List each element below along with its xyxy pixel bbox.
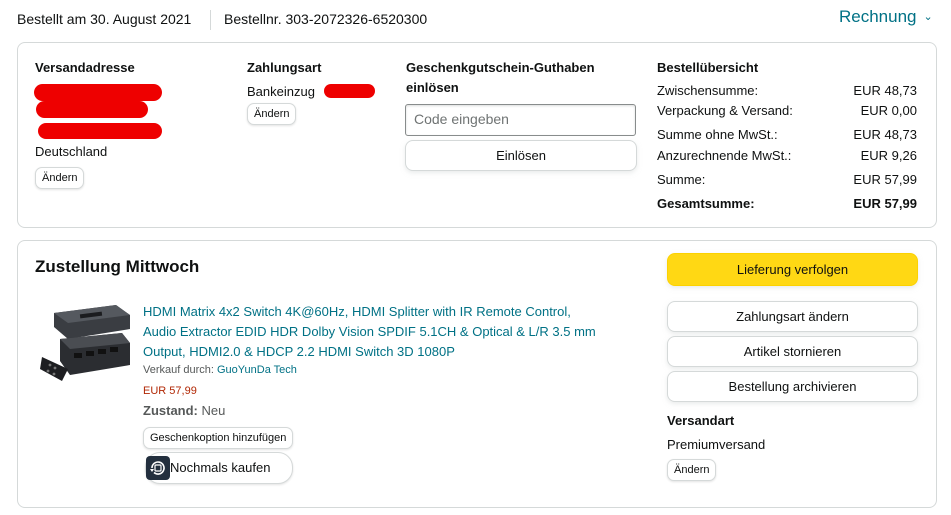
redacted-city: [38, 123, 162, 139]
summary-label: Summe ohne MwSt.:: [657, 127, 778, 142]
shipping-address-heading: Versandadresse: [35, 60, 135, 75]
seller-info: Verkauf durch: GuoYunDa Tech: [143, 364, 297, 376]
gift-code-input[interactable]: [406, 105, 632, 133]
product-thumbnail: [40, 305, 130, 381]
archive-order-button[interactable]: Bestellung archivieren: [667, 371, 918, 402]
invoice-dropdown[interactable]: Rechnung ⌄: [839, 7, 933, 27]
product-title-link[interactable]: HDMI Matrix 4x2 Switch 4K@60Hz, HDMI Spl…: [143, 302, 643, 362]
condition-label: Zustand:: [143, 403, 198, 418]
summary-heading: Bestellübersicht: [657, 60, 759, 75]
summary-row-grand-total: Gesamtsumme: EUR 57,99: [657, 196, 917, 214]
header-divider: [210, 10, 211, 30]
product-title-line: HDMI Matrix 4x2 Switch 4K@60Hz, HDMI Spl…: [143, 304, 571, 319]
cancel-items-button[interactable]: Artikel stornieren: [667, 336, 918, 367]
order-date: Bestellt am 30. August 2021: [17, 11, 192, 27]
shipping-method-heading: Versandart: [667, 413, 735, 428]
invoice-label: Rechnung: [839, 7, 917, 26]
gift-card-heading-line1: Geschenkgutschein-Guthaben: [406, 60, 595, 75]
redacted-bank: [324, 84, 375, 98]
product-title-line: Output, HDMI2.0 & HDCP 2.2 HDMI Switch 3…: [143, 344, 455, 359]
track-package-button[interactable]: Lieferung verfolgen: [667, 253, 918, 286]
sold-by-label: Verkauf durch:: [143, 364, 214, 376]
gift-card-heading-line2: einlösen: [406, 80, 459, 95]
summary-label: Gesamtsumme:: [657, 196, 755, 211]
change-payment-button[interactable]: Ändern: [247, 103, 297, 125]
redacted-name: [34, 84, 162, 101]
order-header: Bestellt am 30. August 2021 Bestellnr. 3…: [0, 0, 951, 40]
product-image[interactable]: [40, 303, 132, 383]
summary-value: EUR 48,73: [853, 127, 917, 142]
buy-again-icon: [146, 456, 170, 480]
summary-label: Zwischensumme:: [657, 83, 759, 98]
redacted-street: [36, 101, 148, 118]
change-payment-method-button[interactable]: Zahlungsart ändern: [667, 301, 918, 332]
payment-method: Bankeinzug: [247, 84, 315, 99]
product-title-line: Audio Extractor EDID HDR Dolby Vision SP…: [143, 324, 596, 339]
summary-row-vat: Anzurechnende MwSt.: EUR 9,26: [657, 148, 917, 166]
summary-label: Verpackung & Versand:: [657, 103, 793, 118]
summary-value: EUR 9,26: [860, 148, 917, 163]
gift-code-field[interactable]: [405, 104, 636, 136]
redeem-button[interactable]: Einlösen: [405, 140, 637, 171]
seller-link[interactable]: GuoYunDa Tech: [217, 364, 297, 376]
summary-label: Anzurechnende MwSt.:: [657, 148, 792, 163]
add-gift-option-button[interactable]: Geschenkoption hinzufügen: [143, 427, 294, 449]
payment-heading: Zahlungsart: [247, 60, 322, 75]
change-shipping-button[interactable]: Ändern: [667, 459, 717, 481]
delivery-title: Zustellung Mittwoch: [35, 257, 200, 276]
summary-label: Summe:: [657, 172, 706, 187]
summary-row-subtotal: Zwischensumme: EUR 48,73: [657, 83, 917, 101]
shipping-method-value: Premiumversand: [667, 437, 766, 452]
summary-value: EUR 0,00: [860, 103, 917, 118]
buy-again-button[interactable]: Nochmals kaufen: [145, 452, 293, 484]
summary-row-total: Summe: EUR 57,99: [657, 172, 917, 190]
product-condition: Zustand: Neu: [143, 403, 225, 418]
summary-value: EUR 57,99: [853, 196, 917, 211]
product-price: EUR 57,99: [143, 385, 197, 397]
condition-value: Neu: [201, 403, 226, 418]
summary-value: EUR 48,73: [853, 83, 917, 98]
chevron-down-icon: ⌄: [923, 11, 933, 23]
order-number: Bestellnr. 303-2072326-6520300: [224, 11, 428, 27]
summary-row-shipping: Verpackung & Versand: EUR 0,00: [657, 103, 917, 121]
summary-row-net: Summe ohne MwSt.: EUR 48,73: [657, 127, 917, 145]
buy-again-label: Nochmals kaufen: [170, 460, 271, 475]
shipping-country: Deutschland: [35, 144, 108, 159]
change-address-button[interactable]: Ändern: [35, 167, 85, 189]
summary-value: EUR 57,99: [853, 172, 917, 187]
